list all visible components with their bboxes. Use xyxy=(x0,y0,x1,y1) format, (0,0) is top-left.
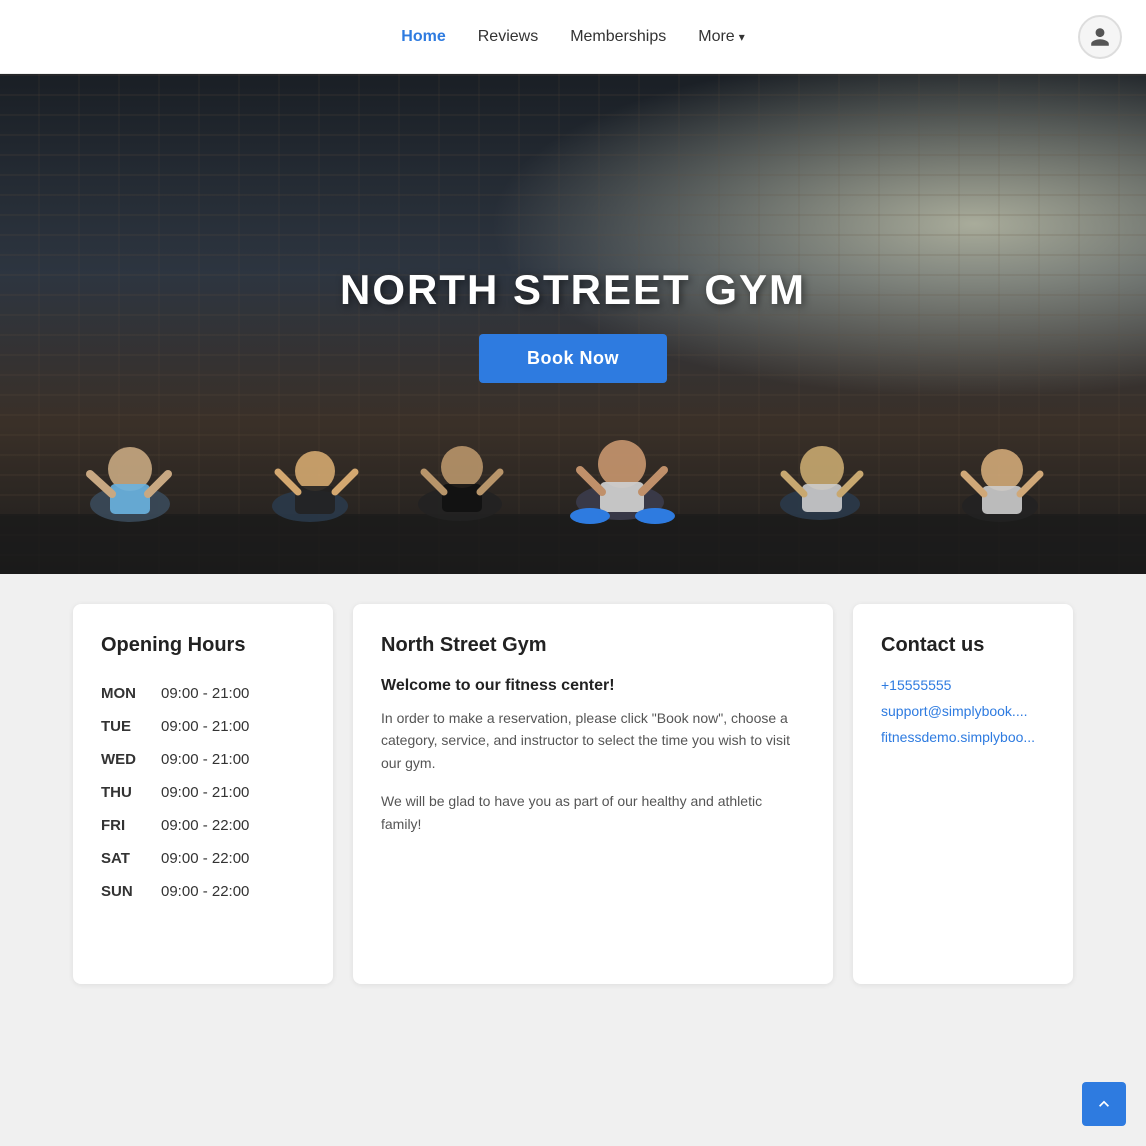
scroll-to-top-button[interactable] xyxy=(1082,1082,1126,1126)
header: Home Reviews Memberships More ▾ xyxy=(0,0,1146,74)
hours-day: WED xyxy=(101,743,161,776)
hours-row: SUN09:00 - 22:00 xyxy=(101,875,305,908)
user-icon xyxy=(1089,26,1111,48)
hours-row: FRI09:00 - 22:00 xyxy=(101,809,305,842)
hero-content: NORTH STREET GYM Book Now xyxy=(340,266,806,383)
hours-day: MON xyxy=(101,677,161,710)
hours-row: SAT09:00 - 22:00 xyxy=(101,842,305,875)
nav: Home Reviews Memberships More ▾ xyxy=(401,28,744,46)
about-title: North Street Gym xyxy=(381,634,805,657)
hours-time: 09:00 - 21:00 xyxy=(161,743,305,776)
contact-card: Contact us +15555555 support@simplybook.… xyxy=(853,604,1073,984)
hours-day: SAT xyxy=(101,842,161,875)
hours-day: TUE xyxy=(101,710,161,743)
opening-hours-card: Opening Hours MON09:00 - 21:00TUE09:00 -… xyxy=(73,604,333,984)
hours-row: MON09:00 - 21:00 xyxy=(101,677,305,710)
hero-title: NORTH STREET GYM xyxy=(340,266,806,314)
hours-day: SUN xyxy=(101,875,161,908)
hero-section: NORTH STREET GYM Book Now xyxy=(0,74,1146,574)
contact-phone[interactable]: +15555555 xyxy=(881,677,1045,693)
hours-day: THU xyxy=(101,776,161,809)
nav-reviews[interactable]: Reviews xyxy=(478,28,538,46)
hours-table: MON09:00 - 21:00TUE09:00 - 21:00WED09:00… xyxy=(101,677,305,908)
user-avatar-button[interactable] xyxy=(1078,15,1122,59)
nav-memberships[interactable]: Memberships xyxy=(570,28,666,46)
chevron-up-icon xyxy=(1094,1094,1114,1114)
hours-time: 09:00 - 21:00 xyxy=(161,710,305,743)
contact-email[interactable]: support@simplybook.... xyxy=(881,703,1045,719)
nav-more-label: More xyxy=(698,28,734,46)
about-subtitle: Welcome to our fitness center! xyxy=(381,677,805,695)
hours-row: WED09:00 - 21:00 xyxy=(101,743,305,776)
hours-time: 09:00 - 21:00 xyxy=(161,776,305,809)
book-now-button[interactable]: Book Now xyxy=(479,334,667,383)
cards-section: Opening Hours MON09:00 - 21:00TUE09:00 -… xyxy=(0,574,1146,1044)
hours-time: 09:00 - 22:00 xyxy=(161,842,305,875)
hours-day: FRI xyxy=(101,809,161,842)
hours-row: TUE09:00 - 21:00 xyxy=(101,710,305,743)
about-card: North Street Gym Welcome to our fitness … xyxy=(353,604,833,984)
hours-row: THU09:00 - 21:00 xyxy=(101,776,305,809)
chevron-down-icon: ▾ xyxy=(739,30,745,44)
nav-home[interactable]: Home xyxy=(401,28,445,46)
opening-hours-title: Opening Hours xyxy=(101,634,305,657)
nav-more[interactable]: More ▾ xyxy=(698,28,744,46)
contact-website[interactable]: fitnessdemo.simplyboo... xyxy=(881,729,1045,745)
about-paragraph-2: We will be glad to have you as part of o… xyxy=(381,790,805,835)
about-paragraph-1: In order to make a reservation, please c… xyxy=(381,707,805,774)
hours-time: 09:00 - 22:00 xyxy=(161,809,305,842)
hours-time: 09:00 - 21:00 xyxy=(161,677,305,710)
hours-time: 09:00 - 22:00 xyxy=(161,875,305,908)
contact-title: Contact us xyxy=(881,634,1045,657)
